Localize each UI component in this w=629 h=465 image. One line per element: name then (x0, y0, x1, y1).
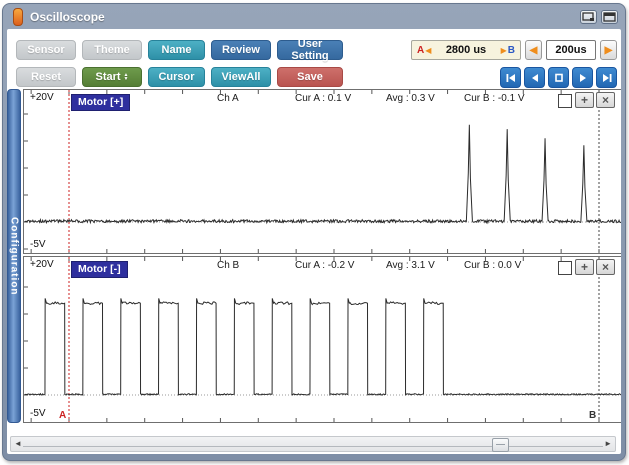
ab-range-value: 2800 us (446, 44, 486, 56)
scroll-left-icon[interactable]: ◄ (14, 439, 22, 448)
review-button[interactable]: Review (211, 40, 271, 60)
volt-top-label-a: +20V (30, 92, 54, 103)
ab-range-box: A ◀ 2800 us ▶ B (411, 40, 521, 60)
waveform-ch-a (24, 90, 621, 253)
oscilloscope-window: Oscilloscope Sensor Theme Name Review (2, 3, 626, 461)
sensor-button[interactable]: Sensor (16, 40, 76, 60)
titlebar: Oscilloscope (7, 6, 621, 28)
save-button[interactable]: Save (277, 67, 343, 87)
skip-to-end-icon (601, 73, 613, 83)
channel-b-avg: Avg : 3.1 V (386, 260, 435, 271)
display-icon (582, 12, 595, 22)
toolbar-row-2: Reset Start ▲ ▼ Cursor ViewAll Save (16, 67, 343, 87)
channel-a-name: Ch A (217, 93, 239, 104)
step-back-button[interactable] (524, 67, 545, 88)
minimize-window-button[interactable] (601, 10, 618, 24)
channel-b-cur-a: Cur A : -0.2 V (295, 260, 354, 271)
cursor-a-arrow-icon: ◀ (425, 46, 431, 55)
timebase-increase-button[interactable]: ▶ (600, 40, 617, 60)
stop-button[interactable] (548, 67, 569, 88)
channel-b-close-button[interactable]: × (596, 259, 615, 275)
skip-to-start-icon (505, 73, 517, 83)
play-icon (577, 73, 589, 83)
cursor-b-label: B (508, 45, 515, 56)
start-button-label: Start (95, 71, 120, 83)
channel-a-avg: Avg : 0.3 V (386, 93, 435, 104)
volt-bottom-label-a: -5V (30, 239, 46, 250)
start-spinner-icon: ▲ ▼ (124, 73, 129, 81)
titlebar-buttons (580, 10, 618, 24)
scope-panel-ch-b: +20V Motor [-] Ch B Cur A : -0.2 V Avg :… (23, 256, 621, 423)
waveform-ch-b (24, 257, 621, 422)
viewall-button[interactable]: ViewAll (211, 67, 271, 87)
step-back-icon (529, 73, 541, 83)
time-controls: A ◀ 2800 us ▶ B ◀ 200us ▶ (411, 40, 617, 60)
window-icon (603, 12, 616, 22)
play-button[interactable] (572, 67, 593, 88)
stop-icon (553, 73, 565, 83)
toolbar-row-1: Sensor Theme Name Review User Setting (16, 40, 343, 60)
channel-a-zoom-button[interactable]: + (575, 92, 594, 108)
timebase-decrease-button[interactable]: ◀ (525, 40, 542, 60)
horizontal-scrollbar[interactable]: ◄ ► (10, 436, 616, 452)
user-setting-button[interactable]: User Setting (277, 40, 343, 60)
volt-bottom-label-b: -5V (30, 408, 46, 419)
app-icon (13, 8, 23, 26)
skip-to-start-button[interactable] (500, 67, 521, 88)
channel-a-cur-b: Cur B : -0.1 V (464, 93, 525, 104)
cursor-b-arrow-icon: ▶ (501, 46, 507, 55)
cursor-button[interactable]: Cursor (148, 67, 205, 87)
channel-b-cur-b: Cur B : 0.0 V (464, 260, 521, 271)
name-button[interactable]: Name (148, 40, 205, 60)
channel-a-checkbox[interactable] (558, 94, 572, 108)
theme-button[interactable]: Theme (82, 40, 142, 60)
channel-b-badge[interactable]: Motor [-] (71, 261, 128, 278)
scrollbar-thumb[interactable] (492, 438, 509, 452)
skip-to-end-button[interactable] (596, 67, 617, 88)
cursor-a-marker[interactable]: A (59, 410, 66, 421)
volt-top-label-b: +20V (30, 259, 54, 270)
scrollbar-track[interactable] (23, 446, 603, 447)
window-content: Sensor Theme Name Review User Setting Re… (7, 29, 621, 454)
reset-button[interactable]: Reset (16, 67, 76, 87)
timebase-value: 200us (546, 40, 596, 60)
transport-controls (500, 67, 617, 88)
cursor-a-label: A (417, 45, 424, 56)
display-window-button[interactable] (580, 10, 597, 24)
scroll-right-icon[interactable]: ► (604, 439, 612, 448)
cursor-b-marker[interactable]: B (589, 410, 596, 421)
scope-panel-ch-a: +20V Motor [+] Ch A Cur A : 0.1 V Avg : … (23, 89, 621, 254)
configuration-tab-label: Configuration (9, 217, 20, 296)
channel-a-cur-a: Cur A : 0.1 V (295, 93, 351, 104)
window-title: Oscilloscope (30, 10, 105, 24)
channel-b-zoom-button[interactable]: + (575, 259, 594, 275)
screen: Oscilloscope Sensor Theme Name Review (0, 0, 629, 465)
channel-b-name: Ch B (217, 260, 239, 271)
configuration-tab[interactable]: Configuration (7, 89, 21, 423)
channel-a-close-button[interactable]: × (596, 92, 615, 108)
channel-b-checkbox[interactable] (558, 261, 572, 275)
start-button[interactable]: Start ▲ ▼ (82, 67, 142, 87)
channel-a-badge[interactable]: Motor [+] (71, 94, 130, 111)
